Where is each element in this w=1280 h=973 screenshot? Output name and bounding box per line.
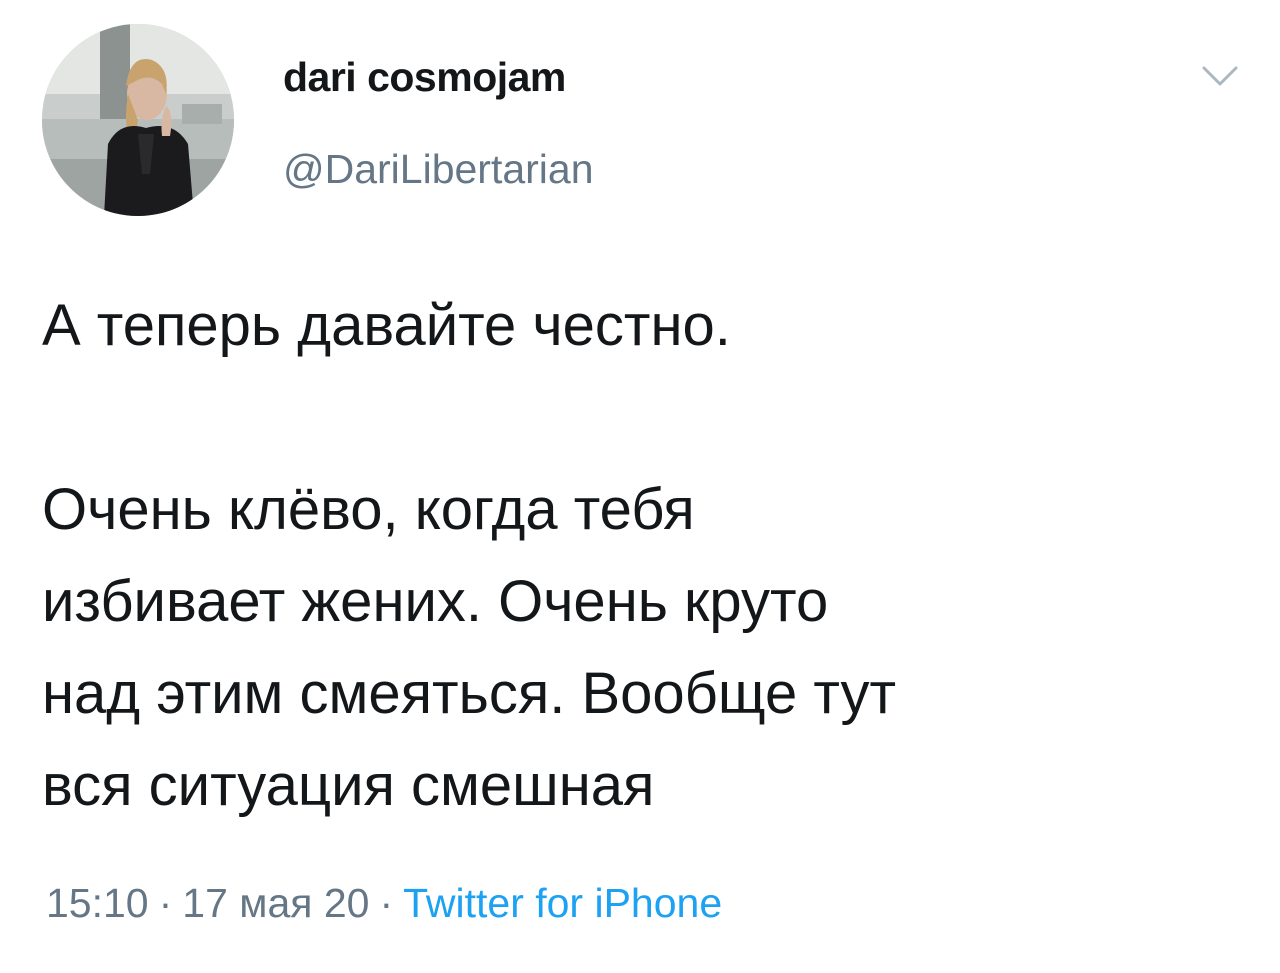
meta-separator: · [158, 880, 173, 926]
tweet-source-link[interactable]: Twitter for iPhone [403, 880, 722, 926]
tweet-meta: 15:10 · 17 мая 20 · Twitter for iPhone [46, 880, 722, 927]
meta-separator: · [379, 880, 394, 926]
tweet-text: А теперь давайте честно. Очень клёво, ко… [42, 280, 1242, 832]
tweet-paragraph: А теперь давайте честно. [42, 293, 731, 358]
tweet-date[interactable]: 17 мая 20 [182, 880, 369, 926]
tweet-paragraph: Очень клёво, когда тебя избивает жених. … [42, 477, 897, 818]
chevron-down-icon[interactable] [1200, 62, 1240, 90]
author-display-name[interactable]: dari cosmojam [283, 54, 566, 101]
tweet-card: dari cosmojam @DariLibertarian А теперь … [0, 0, 1280, 973]
avatar[interactable] [42, 24, 234, 216]
tweet-time[interactable]: 15:10 [46, 880, 149, 926]
author-handle[interactable]: @DariLibertarian [283, 146, 594, 193]
avatar-photo [42, 24, 234, 216]
